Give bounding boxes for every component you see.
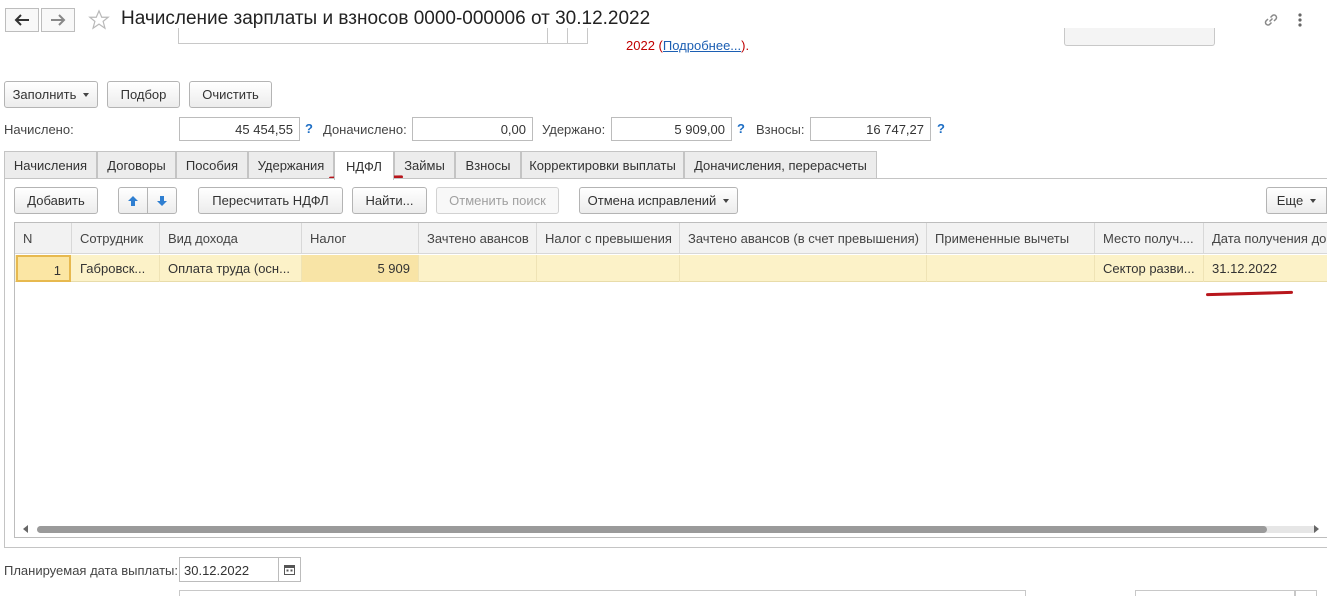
column-header[interactable]: Сотрудник [72,223,160,254]
tab-deductions[interactable]: Удержания [248,151,334,179]
more-button[interactable]: Еще [1266,187,1327,214]
table-cell[interactable]: 31.12.2022 [1204,255,1327,282]
accrued-field[interactable]: 45 454,55 [179,117,300,141]
more-actions-icon[interactable] [1293,12,1307,31]
clipped-field-button[interactable] [1295,590,1317,596]
clipped-button[interactable] [1064,28,1215,46]
chevron-down-icon [83,92,90,97]
column-header[interactable]: N [15,223,72,254]
clear-button[interactable]: Очистить [189,81,272,108]
column-header[interactable]: Зачтено авансов [419,223,537,254]
clipped-comment-field[interactable] [179,590,1026,596]
details-link[interactable]: Подробнее... [663,38,741,53]
forward-button[interactable] [41,8,75,32]
clipped-select-button[interactable] [548,28,568,44]
withheld-label: Удержано: [542,122,606,137]
column-header[interactable]: Место получ.... [1095,223,1204,254]
select-button[interactable]: Подбор [107,81,180,108]
column-header[interactable]: Вид дохода [160,223,302,254]
table-cell[interactable] [537,255,680,282]
link-icon[interactable] [1262,11,1280,32]
arrow-right-icon [51,14,66,26]
contributions-label: Взносы: [756,122,805,137]
move-down-button[interactable] [147,187,177,214]
column-header[interactable]: Налог [302,223,419,254]
contributions-field[interactable]: 16 747,27 [810,117,931,141]
clipped-input[interactable] [178,28,548,44]
column-header[interactable]: Примененные вычеты [927,223,1095,254]
tab-contributions[interactable]: Взносы [455,151,521,179]
accrued-help-icon[interactable]: ? [305,121,313,136]
tab-accruals[interactable]: Начисления [4,151,97,179]
arrow-up-icon [128,195,138,206]
accrued-label: Начислено: [4,122,74,137]
tab-benefits[interactable]: Пособия [176,151,248,179]
column-header[interactable]: Дата получения до [1204,223,1327,254]
table-cell[interactable]: Оплата труда (осн... [160,255,302,282]
cancel-corrections-button[interactable]: Отмена исправлений [579,187,738,214]
column-header[interactable]: Налог с превышения [537,223,680,254]
recalculate-ndfl-button[interactable]: Пересчитать НДФЛ [198,187,343,214]
tab-loans[interactable]: Займы [394,151,455,179]
table-cell[interactable]: 5 909 [302,255,419,282]
back-button[interactable] [5,8,39,32]
clipped-open-button[interactable] [568,28,588,44]
tab-payment-corrections[interactable]: Корректировки выплаты [521,151,684,179]
arrow-left-icon [14,14,29,26]
scroll-left-icon[interactable] [23,525,28,533]
planned-date-field[interactable]: 30.12.2022 [179,557,279,582]
ndfl-table[interactable]: N Сотрудник Вид дохода Налог Зачтено ава… [14,222,1327,538]
notice-text: 2022 (Подробнее...). [626,38,750,53]
table-cell[interactable]: 1 [16,255,71,282]
table-cell[interactable]: Габровск... [72,255,160,282]
planned-date-label: Планируемая дата выплаты: [4,563,178,578]
tab-ndfl[interactable]: НДФЛ [334,151,394,180]
scrollbar-thumb[interactable] [37,526,1267,533]
favorite-star-icon[interactable] [88,9,110,34]
withheld-help-icon[interactable]: ? [737,121,745,136]
find-button[interactable]: Найти... [352,187,427,214]
calendar-button[interactable] [279,557,301,582]
chevron-down-icon [723,198,730,203]
tab-recalculations[interactable]: Доначисления, перерасчеты [684,151,877,179]
table-cell[interactable] [680,255,927,282]
move-up-button[interactable] [118,187,148,214]
table-cell[interactable] [927,255,1095,282]
table-cell[interactable]: Сектор разви... [1095,255,1204,282]
tab-contracts[interactable]: Договоры [97,151,176,179]
fill-button[interactable]: Заполнить [4,81,98,108]
clipped-field[interactable] [1135,590,1295,596]
additional-field[interactable]: 0,00 [412,117,533,141]
calendar-icon [284,565,295,575]
table-cell[interactable] [419,255,537,282]
chevron-down-icon [1310,198,1317,203]
additional-label: Доначислено: [323,122,407,137]
add-button[interactable]: Добавить [14,187,98,214]
column-header[interactable]: Зачтено авансов (в счет превышения) [680,223,927,254]
cancel-search-button[interactable]: Отменить поиск [436,187,559,214]
arrow-down-icon [157,195,167,206]
scroll-right-icon[interactable] [1314,525,1319,533]
contributions-help-icon[interactable]: ? [937,121,945,136]
withheld-field[interactable]: 5 909,00 [611,117,732,141]
page-title: Начисление зарплаты и взносов 0000-00000… [121,8,651,29]
